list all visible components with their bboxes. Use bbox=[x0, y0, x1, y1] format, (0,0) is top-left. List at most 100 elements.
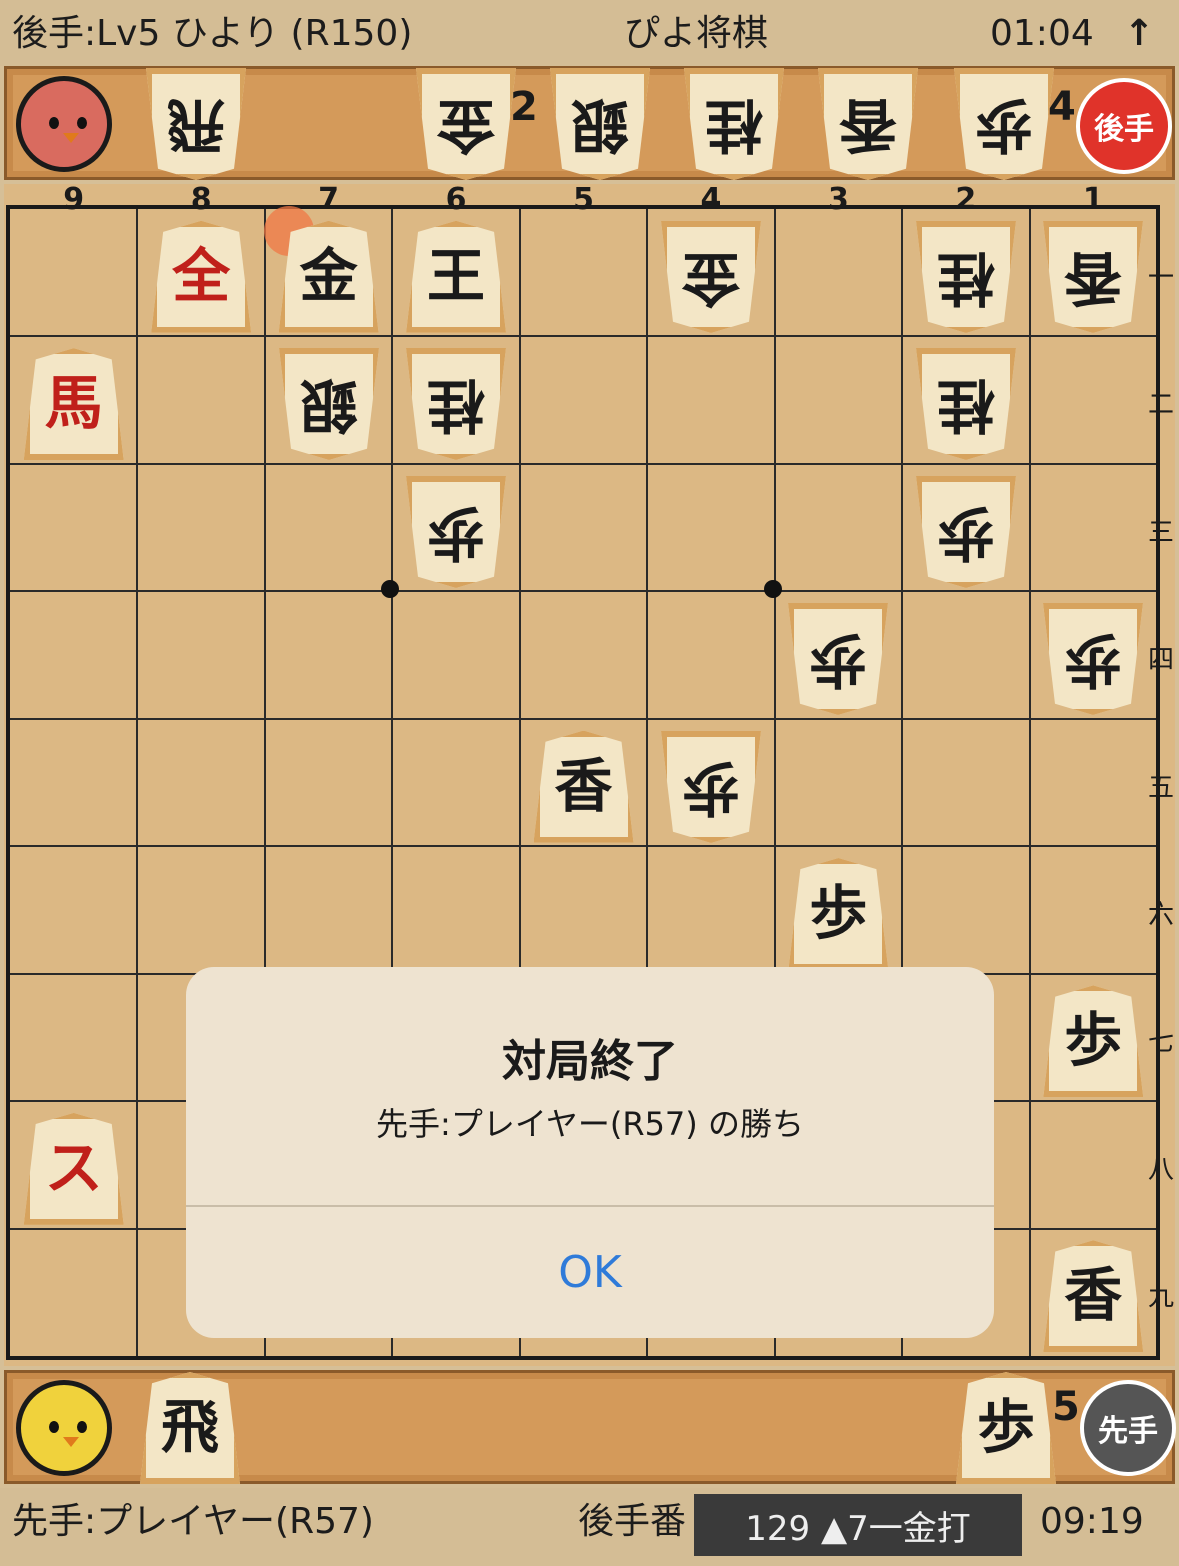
column-label: 1 bbox=[1082, 182, 1104, 217]
piece-label: 香 bbox=[1064, 1261, 1123, 1330]
board-piece[interactable]: 歩 bbox=[788, 603, 888, 715]
piece-label: 歩 bbox=[809, 878, 868, 947]
board-piece[interactable]: 馬 bbox=[23, 348, 124, 461]
column-label: 9 bbox=[63, 182, 85, 217]
piece-label: 全 bbox=[172, 241, 231, 310]
sente-hand-piece[interactable]: 歩 bbox=[956, 1372, 1056, 1484]
sente-avatar bbox=[16, 1380, 112, 1476]
row-label: 九 bbox=[1147, 1282, 1174, 1313]
column-label: 3 bbox=[827, 182, 849, 217]
dialog-message: 先手:プレイヤー(R57) の勝ち bbox=[376, 1105, 804, 1143]
board-piece[interactable]: 金 bbox=[278, 220, 379, 333]
board-piece[interactable]: 銀 bbox=[279, 348, 379, 460]
row-label: 一 bbox=[1147, 262, 1174, 293]
piece-label: 歩 bbox=[681, 753, 740, 822]
board-piece[interactable]: 歩 bbox=[788, 857, 889, 970]
arrow-up-icon[interactable]: ↑ bbox=[1124, 14, 1154, 54]
board-piece[interactable]: 香 bbox=[1043, 1240, 1144, 1353]
piece-label: 香 bbox=[554, 751, 613, 820]
gote-badge: 後手 bbox=[1076, 78, 1172, 174]
row-label: 三 bbox=[1147, 517, 1174, 548]
board-piece[interactable]: ス bbox=[23, 1112, 124, 1225]
row-label: 五 bbox=[1147, 772, 1174, 803]
star-point bbox=[381, 580, 400, 599]
sente-badge: 先手 bbox=[1080, 1380, 1176, 1476]
column-label: 5 bbox=[573, 182, 594, 217]
piece-label: 金 bbox=[299, 241, 358, 310]
board-piece[interactable]: 香 bbox=[1043, 221, 1143, 333]
grid-line-vertical bbox=[136, 209, 139, 1356]
grid-line-horizontal bbox=[10, 845, 1156, 848]
sente-hand-piece[interactable]: 飛 bbox=[140, 1372, 240, 1484]
hand-piece-count: 2 bbox=[510, 84, 538, 130]
board-piece[interactable]: 桂 bbox=[406, 348, 506, 460]
row-label: 四 bbox=[1147, 645, 1174, 676]
board-piece[interactable]: 桂 bbox=[916, 221, 1016, 333]
board-piece[interactable]: 全 bbox=[151, 220, 252, 333]
piece-label: 歩 bbox=[427, 498, 486, 567]
board-piece[interactable]: 歩 bbox=[1043, 603, 1143, 715]
piece-label: 馬 bbox=[44, 369, 103, 438]
column-label: 2 bbox=[955, 182, 977, 217]
star-point bbox=[763, 580, 782, 599]
hand-piece-count: 5 bbox=[1052, 1384, 1080, 1430]
piece-label: 飛 bbox=[167, 91, 226, 159]
app-title: ぴよ将棋 bbox=[624, 13, 769, 54]
row-label: 六 bbox=[1147, 899, 1174, 930]
row-label: 二 bbox=[1147, 390, 1174, 421]
row-label: 七 bbox=[1147, 1027, 1174, 1058]
piece-label: 王 bbox=[427, 241, 486, 310]
piece-label: 飛 bbox=[160, 1393, 219, 1461]
board-piece[interactable]: 歩 bbox=[406, 476, 506, 588]
move-record[interactable]: 129 ▲7一金打 bbox=[694, 1494, 1022, 1556]
gote-hand-piece[interactable]: 桂 bbox=[684, 68, 784, 180]
grid-line-horizontal bbox=[10, 590, 1156, 593]
column-label: 7 bbox=[318, 182, 340, 217]
gote-clock: 01:04 bbox=[990, 13, 1094, 54]
hand-piece-count: 4 bbox=[1048, 84, 1076, 130]
column-label: 8 bbox=[190, 182, 212, 217]
grid-line-horizontal bbox=[10, 717, 1156, 720]
board-piece[interactable]: 歩 bbox=[1043, 985, 1144, 1098]
piece-label: 金 bbox=[437, 91, 496, 159]
board-piece[interactable]: 歩 bbox=[661, 731, 761, 843]
gote-avatar bbox=[16, 76, 112, 172]
piece-label: 桂 bbox=[936, 243, 995, 312]
gote-hand-piece[interactable]: 歩 bbox=[954, 68, 1054, 180]
sente-player-name: 先手:プレイヤー(R57) bbox=[12, 1501, 374, 1542]
gote-player-name: 後手:Lv5 ひより (R150) bbox=[12, 13, 413, 54]
piece-label: 歩 bbox=[809, 626, 868, 695]
gote-hand-piece[interactable]: 銀 bbox=[550, 68, 650, 180]
board-piece[interactable]: 歩 bbox=[916, 476, 1016, 588]
grid-line-horizontal bbox=[10, 335, 1156, 338]
piece-label: 桂 bbox=[936, 371, 995, 440]
piece-label: 香 bbox=[1064, 243, 1123, 312]
gote-hand-piece[interactable]: 飛 bbox=[146, 68, 246, 180]
piece-label: 歩 bbox=[1064, 1006, 1123, 1075]
turn-indicator: 後手番 bbox=[578, 1501, 687, 1542]
top-status-bar: 後手:Lv5 ひより (R150) ぴよ将棋 01:04 ↑ bbox=[0, 0, 1179, 66]
piece-label: 金 bbox=[681, 243, 740, 312]
dialog-title: 対局終了 bbox=[502, 1036, 678, 1087]
row-label: 八 bbox=[1147, 1154, 1174, 1185]
column-label: 6 bbox=[445, 182, 467, 217]
piece-label: 桂 bbox=[705, 91, 764, 159]
ok-button[interactable]: OK bbox=[186, 1207, 994, 1338]
piece-label: 香 bbox=[839, 91, 898, 159]
piece-label: 銀 bbox=[571, 91, 630, 159]
piece-label: ス bbox=[44, 1133, 103, 1202]
piece-label: 歩 bbox=[975, 91, 1034, 159]
sente-clock: 09:19 bbox=[1040, 1501, 1144, 1542]
gote-hand-piece[interactable]: 香 bbox=[818, 68, 918, 180]
gote-hand-piece[interactable]: 金 bbox=[416, 68, 516, 180]
piece-label: 桂 bbox=[427, 371, 486, 440]
piece-label: 銀 bbox=[299, 371, 358, 440]
board-piece[interactable]: 桂 bbox=[916, 348, 1016, 460]
board-piece[interactable]: 香 bbox=[533, 730, 634, 843]
column-label: 4 bbox=[700, 182, 722, 217]
grid-line-horizontal bbox=[10, 462, 1156, 465]
board-piece[interactable]: 金 bbox=[661, 221, 761, 333]
board-piece[interactable]: 王 bbox=[406, 220, 507, 333]
grid-line-vertical bbox=[1028, 209, 1031, 1356]
piece-label: 歩 bbox=[1064, 626, 1123, 695]
